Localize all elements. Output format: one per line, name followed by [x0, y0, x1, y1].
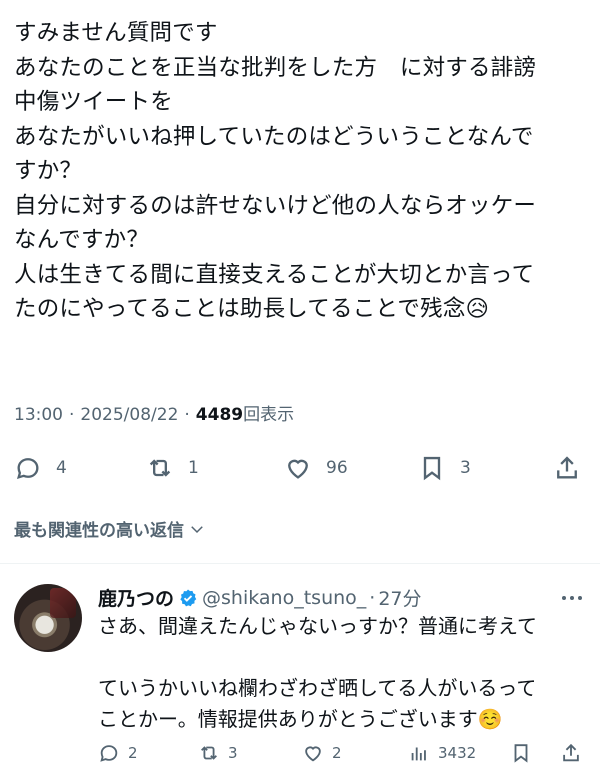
tweet-meta: 13:00 · 2025/08/22 · 4489回表示	[14, 400, 294, 425]
reply-share-button[interactable]	[560, 736, 582, 770]
reply-line: ていうかいいね欄わざわざ晒してる人がいるって	[98, 676, 537, 700]
retweet-count: 1	[188, 458, 199, 478]
tweet-line: 自分に対するのは許せないけど他の人ならオッケー	[14, 192, 537, 219]
reply-retweet-count: 3	[228, 744, 238, 762]
meta-separator: ·	[69, 405, 75, 425]
tweet-line: 人は生きてる間に直接支えることが大切とか言って	[14, 261, 535, 288]
like-count: 96	[326, 458, 348, 478]
share-icon	[557, 456, 577, 479]
bookmark-button[interactable]: 3	[418, 449, 471, 487]
reply-tweet[interactable]: 鹿乃つの @shikano_tsuno_ · 27分 さあ、間違えたんじゃないっ…	[0, 564, 600, 782]
reply-button[interactable]: 4	[14, 449, 67, 487]
views-count: 4489	[195, 405, 244, 425]
reply-retweet-button[interactable]: 3	[198, 736, 238, 770]
reply-line: さあ、間違えたんじゃないっすか？普通に考えて	[98, 614, 537, 638]
views-label: 回表示	[243, 405, 295, 425]
reply-line: ことかー。情報提供ありがとうございます☺️	[98, 707, 503, 731]
reply-views-count: 3432	[438, 744, 477, 762]
bookmark-icon	[423, 456, 441, 481]
reply-action-bar: 2 3 2 3432	[0, 736, 600, 770]
tweet-date[interactable]: 2025/08/22	[80, 405, 178, 425]
bookmark-icon	[514, 744, 528, 763]
tweet-action-bar: 4 1 96 3	[0, 449, 600, 487]
share-button[interactable]	[553, 449, 581, 487]
more-icon[interactable]	[560, 592, 584, 604]
tweet-line: 中傷ツイートを	[14, 89, 173, 115]
reply-sort-label: 最も関連性の高い返信	[14, 521, 184, 541]
tweet-time[interactable]: 13:00	[14, 405, 63, 425]
tweet-line: あなたのことを正当な批判をした方 に対する誹謗	[14, 54, 537, 81]
reply-text: さあ、間違えたんじゃないっすか？普通に考えて ていうかいいね欄わざわざ晒してる人…	[98, 611, 588, 735]
like-button[interactable]: 96	[284, 449, 348, 487]
reply-reply-count: 2	[128, 744, 138, 762]
reply-header: 鹿乃つの @shikano_tsuno_ · 27分	[98, 584, 422, 611]
avatar[interactable]	[14, 584, 82, 652]
reply-like-button[interactable]: 2	[302, 736, 342, 770]
reply-like-count: 2	[332, 744, 342, 762]
reply-icon	[16, 458, 39, 480]
tweet-line: なんですか？	[14, 227, 150, 253]
reply-icon	[100, 745, 118, 762]
reply-bookmark-button[interactable]	[510, 736, 532, 770]
tweet-text: すみません質問です あなたのことを正当な批判をした方 に対する誹謗 中傷ツイート…	[14, 16, 586, 327]
tweet-line: たのにやってることは助長してることで残念😥	[14, 296, 490, 322]
views-icon	[411, 747, 426, 761]
reply-sort-dropdown[interactable]: 最も関連性の高い返信	[14, 516, 206, 541]
tweet-line: すか？	[14, 158, 83, 184]
retweet-button[interactable]: 1	[146, 449, 199, 487]
meta-separator: ·	[184, 405, 190, 425]
reply-count: 4	[56, 458, 67, 478]
header-separator: ·	[369, 586, 376, 609]
reply-handle[interactable]: @shikano_tsuno_	[202, 587, 366, 609]
reply-display-name[interactable]: 鹿乃つの	[98, 584, 174, 611]
like-icon	[288, 459, 308, 479]
tweet-line: すみません質問です	[14, 20, 218, 46]
share-icon	[563, 743, 579, 762]
tweet-line: あなたがいいね押していたのはどういうことなんで	[14, 123, 534, 150]
reply-reply-button[interactable]: 2	[98, 736, 138, 770]
verified-badge-icon	[180, 589, 197, 606]
reply-time[interactable]: 27分	[378, 584, 421, 611]
retweet-icon	[201, 746, 217, 760]
chevron-down-icon	[191, 525, 203, 533]
like-icon	[305, 746, 321, 762]
retweet-icon	[149, 459, 171, 477]
bookmark-count: 3	[460, 458, 471, 478]
reply-views-button[interactable]: 3432	[408, 736, 476, 770]
